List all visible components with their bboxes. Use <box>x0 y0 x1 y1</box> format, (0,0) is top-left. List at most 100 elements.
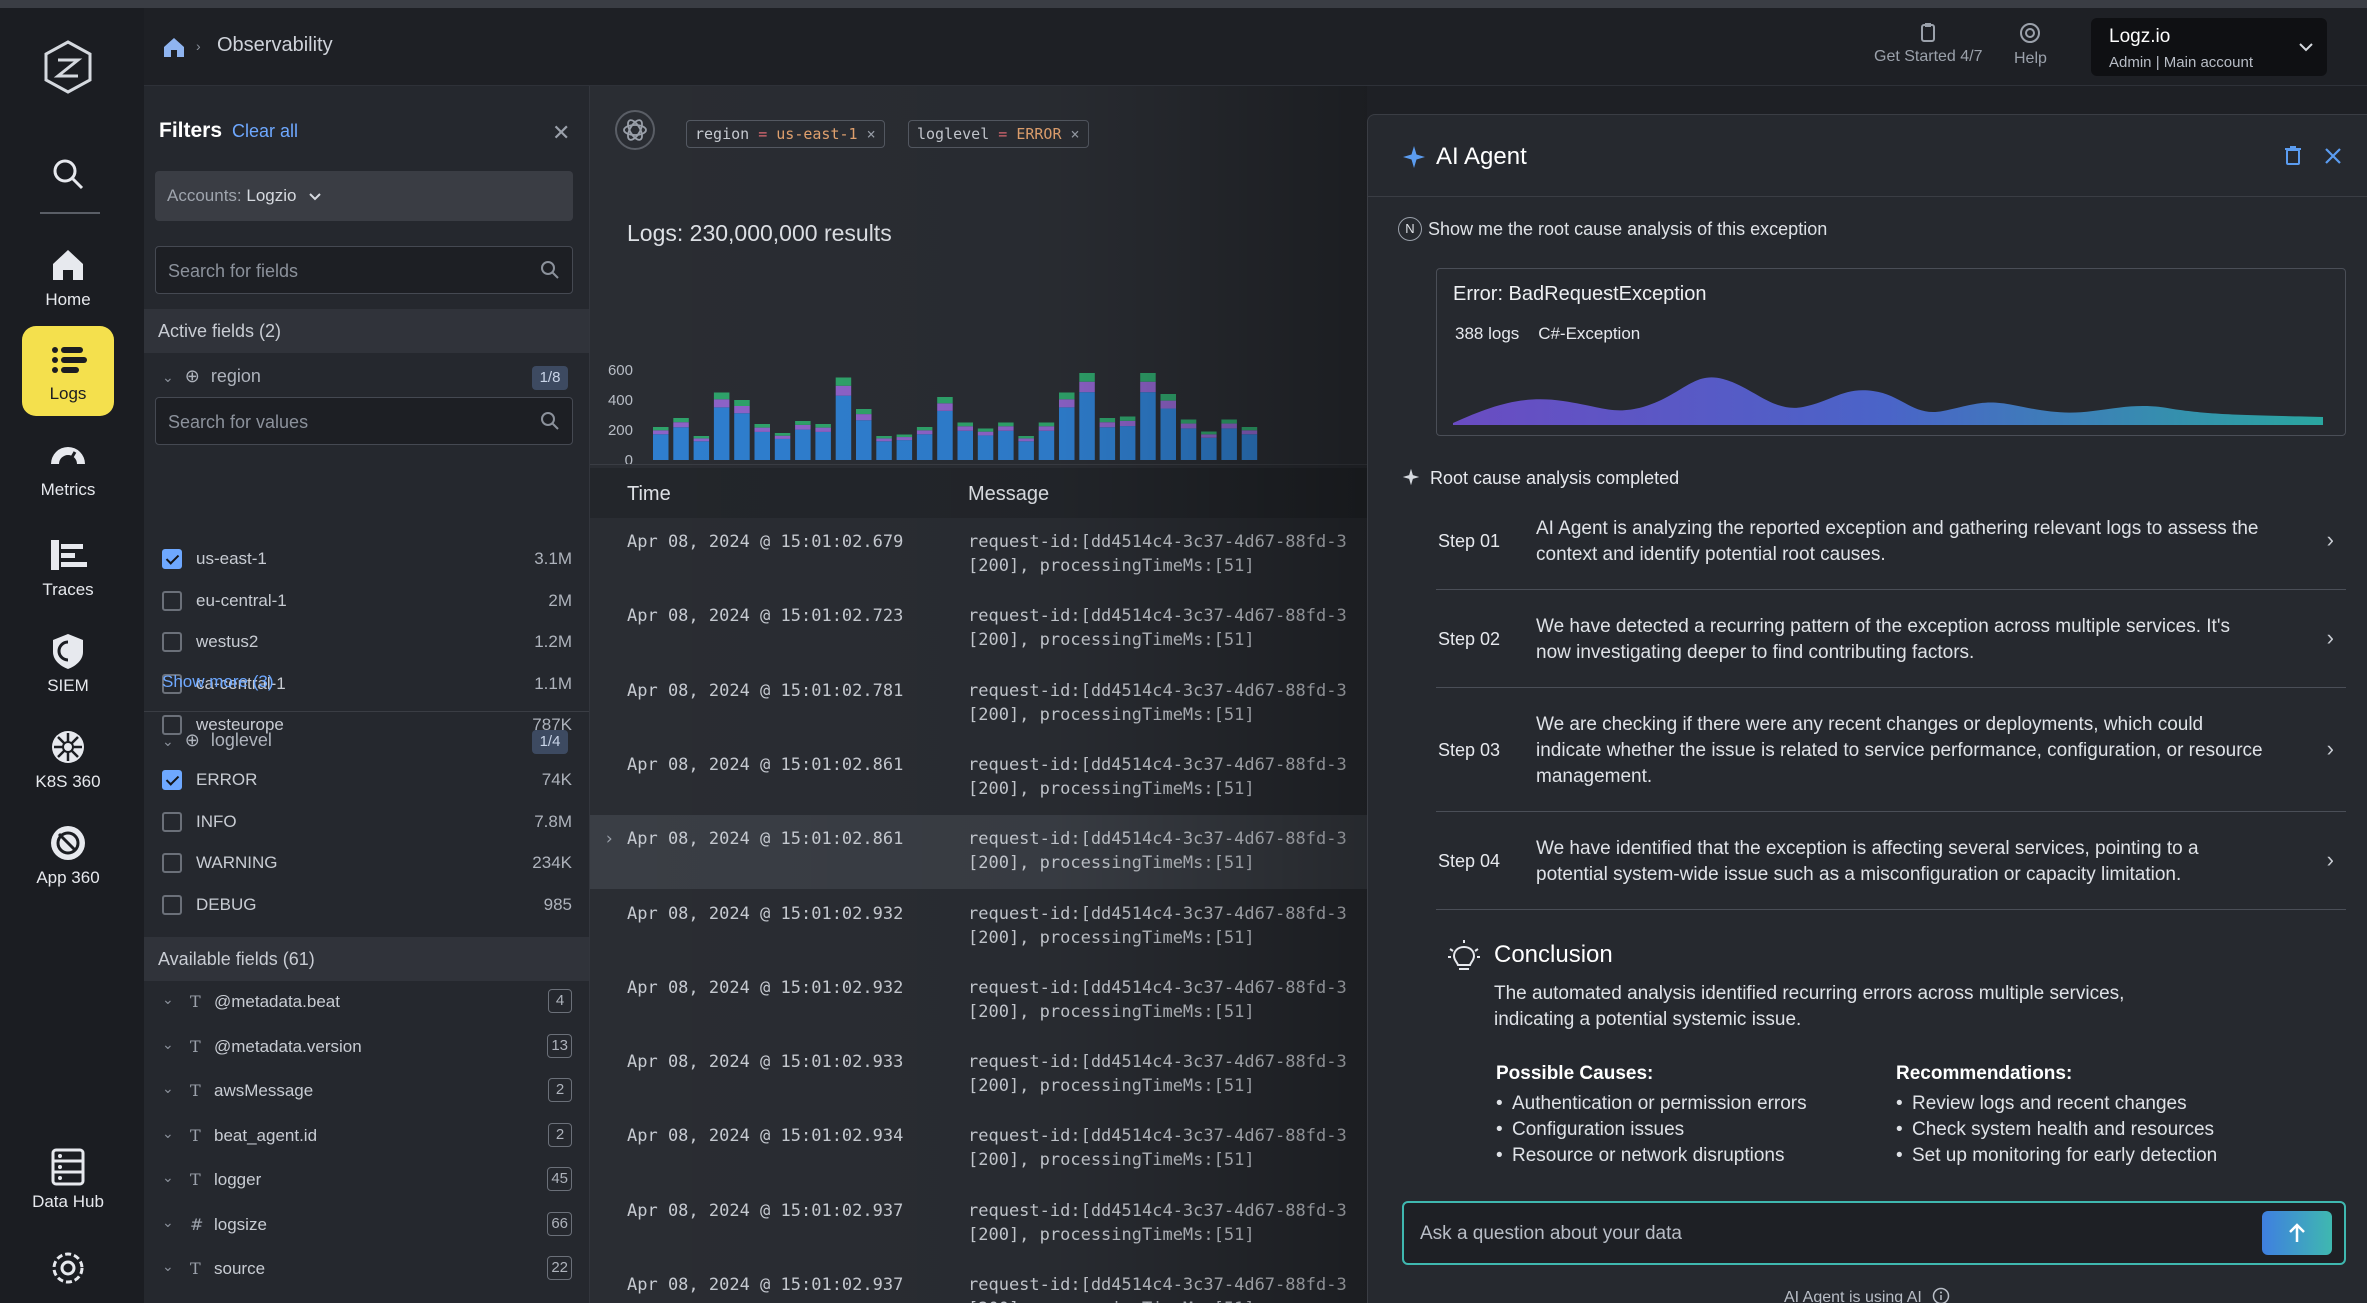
histogram-bar-green[interactable] <box>977 428 994 432</box>
histogram-bar-blue[interactable] <box>977 435 994 460</box>
table-row[interactable]: Apr 08, 2024 @ 15:01:02.781 request-id:[d… <box>590 667 1367 741</box>
table-row[interactable]: Apr 08, 2024 @ 15:01:02.934 request-id:[d… <box>590 1112 1367 1186</box>
histogram-bar-purple[interactable] <box>815 427 831 432</box>
table-row[interactable]: › Apr 08, 2024 @ 15:01:02.861 request-id:[… <box>590 815 1367 890</box>
histogram-bar-purple[interactable] <box>856 414 872 421</box>
clear-all-link[interactable]: Clear all <box>232 121 298 142</box>
histogram-bar-purple[interactable] <box>977 431 994 436</box>
histogram-bar-green[interactable] <box>937 397 953 404</box>
checkbox[interactable] <box>162 632 182 652</box>
histogram-bar-blue[interactable] <box>1160 408 1177 460</box>
search-fields-input[interactable]: Search for fields <box>155 246 573 294</box>
histogram-bar-green[interactable] <box>815 424 831 428</box>
histogram-bar-blue[interactable] <box>937 410 953 460</box>
histogram-bar-blue[interactable] <box>1119 426 1136 460</box>
rail-item-siem[interactable]: SIEM <box>22 618 114 708</box>
histogram-bar-purple[interactable] <box>1221 423 1237 429</box>
rail-item-datahub[interactable]: Data Hub <box>22 1134 114 1224</box>
available-field-row[interactable]: ⌄ T @metadata.version 13 <box>162 1033 572 1062</box>
rail-item-traces[interactable]: Traces <box>22 522 114 612</box>
histogram-bar-purple[interactable] <box>1241 430 1258 435</box>
available-field-row[interactable]: ⌄ Tsource 22 <box>162 1256 572 1284</box>
filter-chip-loglevel[interactable]: loglevel = ERROR × <box>908 120 1089 148</box>
histogram-bar-purple[interactable] <box>1140 381 1156 393</box>
histogram-bar-purple[interactable] <box>998 426 1014 431</box>
table-row[interactable]: Apr 08, 2024 @ 15:01:02.932 request-id:[d… <box>590 964 1367 1038</box>
checkbox[interactable] <box>162 811 182 832</box>
histogram-bar-green[interactable] <box>916 427 933 431</box>
histogram-bar-purple[interactable] <box>1099 422 1116 428</box>
histogram-bar-blue[interactable] <box>1180 428 1197 460</box>
histogram-bar-purple[interactable] <box>1059 399 1075 408</box>
checkbox[interactable] <box>162 549 182 569</box>
analysis-step[interactable]: Step 01 AI Agent is analyzing the reporte… <box>1436 492 2346 590</box>
available-field-row[interactable]: ⌄ Tbeat_agent.id 2 <box>162 1122 572 1151</box>
table-row[interactable]: Apr 08, 2024 @ 15:01:02.933 request-id:[d… <box>590 1038 1367 1112</box>
chevron-right-icon[interactable]: › <box>2327 527 2334 553</box>
histogram-bar-purple[interactable] <box>713 399 730 408</box>
histogram-bar-blue[interactable] <box>653 434 669 460</box>
analysis-step[interactable]: Step 03 We are checking if there were any… <box>1436 688 2346 812</box>
histogram-bar-blue[interactable] <box>713 407 730 460</box>
histogram-bar-blue[interactable] <box>734 413 750 460</box>
histogram-bar-purple[interactable] <box>1201 434 1217 438</box>
histogram-bar-purple[interactable] <box>876 438 892 442</box>
gear-icon[interactable] <box>46 1246 90 1290</box>
analysis-step[interactable]: Step 02 We have detected a recurring patt… <box>1436 590 2346 688</box>
chevron-right-icon[interactable]: › <box>2327 736 2334 762</box>
histogram-bar-purple[interactable] <box>1079 381 1095 393</box>
histogram-bar-blue[interactable] <box>1140 392 1156 460</box>
histogram-bar-blue[interactable] <box>1099 427 1116 460</box>
analysis-step[interactable]: Step 04 We have identified that the excep… <box>1436 812 2346 910</box>
histogram-bar-purple[interactable] <box>653 430 669 435</box>
checkbox[interactable] <box>162 590 182 611</box>
histogram-bar-green[interactable] <box>856 409 872 415</box>
histogram-bar-green[interactable] <box>876 436 892 439</box>
histogram-bar-blue[interactable] <box>1079 392 1095 460</box>
close-icon[interactable]: × <box>1071 125 1080 143</box>
histogram-bar-green[interactable] <box>1018 436 1034 439</box>
rail-item-home[interactable]: Home <box>22 232 114 322</box>
histogram-bar-green[interactable] <box>896 434 913 438</box>
table-row[interactable]: Apr 08, 2024 @ 15:01:02.932 request-id:[d… <box>590 890 1367 964</box>
histogram-bar-purple[interactable] <box>937 403 953 411</box>
loglevel-value-row[interactable]: INFO 7.8M <box>162 808 572 836</box>
histogram-bar-purple[interactable] <box>1119 420 1136 427</box>
loglevel-value-row[interactable]: DEBUG 985 <box>162 891 572 919</box>
loglevel-group-header[interactable]: ⌄ ⊕ loglevel 1/4 <box>162 730 572 754</box>
histogram-bar-purple[interactable] <box>835 385 852 396</box>
ask-input[interactable]: Ask a question about your data <box>1402 1201 2346 1265</box>
histogram-bar-green[interactable] <box>1119 416 1136 421</box>
histogram-bar-blue[interactable] <box>856 420 872 460</box>
histogram-bar-purple[interactable] <box>1038 426 1055 431</box>
histogram-bar-green[interactable] <box>1079 373 1095 382</box>
filter-chip-region[interactable]: region = us-east-1 × <box>686 120 885 148</box>
region-value-row[interactable]: eu-central-1 2M <box>162 587 572 615</box>
col-message[interactable]: Message <box>968 483 1049 506</box>
histogram-bar-green[interactable] <box>957 422 974 427</box>
histogram-bar-purple[interactable] <box>673 422 689 428</box>
close-icon[interactable]: ✕ <box>552 120 570 146</box>
chevron-right-icon[interactable]: › <box>604 829 614 849</box>
histogram-bar-blue[interactable] <box>876 441 892 460</box>
rail-item-k8s360[interactable]: K8S 360 <box>22 714 114 804</box>
histogram-bar-blue[interactable] <box>916 434 933 460</box>
table-row[interactable]: Apr 08, 2024 @ 15:01:02.937 request-id:[d… <box>590 1261 1367 1303</box>
show-more-link[interactable]: Show more (3) <box>162 672 273 692</box>
logzio-logo-icon[interactable] <box>40 38 96 98</box>
available-field-row[interactable]: ⌄ TawsMessage 2 <box>162 1078 572 1106</box>
available-field-row[interactable]: ⌄ T @metadata.beat 4 <box>162 989 572 1017</box>
checkbox[interactable] <box>162 770 182 790</box>
histogram-bar-green[interactable] <box>1099 418 1116 423</box>
table-row[interactable]: Apr 08, 2024 @ 15:01:02.723 request-id:[d… <box>590 592 1367 666</box>
histogram-bar-green[interactable] <box>713 392 730 400</box>
histogram-bar-purple[interactable] <box>734 406 750 414</box>
region-value-row[interactable]: westus2 1.2M <box>162 628 572 656</box>
histogram-bar-blue[interactable] <box>754 431 771 460</box>
histogram-bar-green[interactable] <box>1201 431 1217 435</box>
loglevel-value-row[interactable]: WARNING 234K <box>162 849 572 877</box>
home-icon[interactable] <box>162 36 186 58</box>
histogram-bar-purple[interactable] <box>1180 423 1197 429</box>
histogram-bar-green[interactable] <box>1140 373 1156 382</box>
histogram-bar-green[interactable] <box>998 422 1014 427</box>
